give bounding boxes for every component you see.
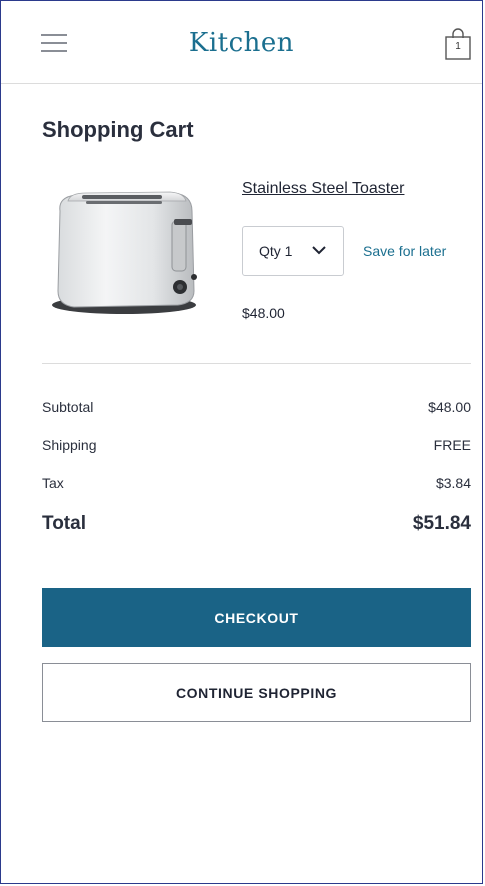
subtotal-label: Subtotal: [42, 399, 94, 415]
tax-value: $3.84: [435, 475, 471, 491]
shipping-value: FREE: [433, 437, 471, 453]
tax-label: Tax: [42, 475, 64, 491]
subtotal-value: $48.00: [428, 399, 471, 415]
quantity-select[interactable]: Qty 1: [242, 226, 344, 276]
bag-count-badge: 1: [455, 41, 461, 52]
shipping-label: Shipping: [42, 437, 97, 453]
brand-logo[interactable]: Kitchen: [1, 28, 482, 58]
top-header: Kitchen 1: [1, 1, 482, 84]
checkout-button[interactable]: CHECKOUT: [42, 588, 471, 647]
total-value: $51.84: [412, 513, 471, 534]
quantity-label: Qty 1: [259, 243, 293, 259]
divider: [42, 363, 471, 364]
product-name-link[interactable]: Stainless Steel Toaster: [242, 180, 404, 198]
shopping-bag-icon[interactable]: 1: [444, 26, 472, 62]
page-title: Shopping Cart: [42, 117, 194, 142]
product-image[interactable]: [46, 183, 206, 323]
app-frame: Kitchen 1 Shopping Cart Stainless Steel …: [0, 0, 483, 884]
chevron-down-icon: [312, 246, 326, 255]
total-label: Total: [42, 513, 86, 534]
save-for-later-link[interactable]: Save for later: [363, 243, 446, 259]
continue-shopping-button[interactable]: CONTINUE SHOPPING: [42, 663, 471, 722]
item-price: $48.00: [242, 305, 285, 321]
